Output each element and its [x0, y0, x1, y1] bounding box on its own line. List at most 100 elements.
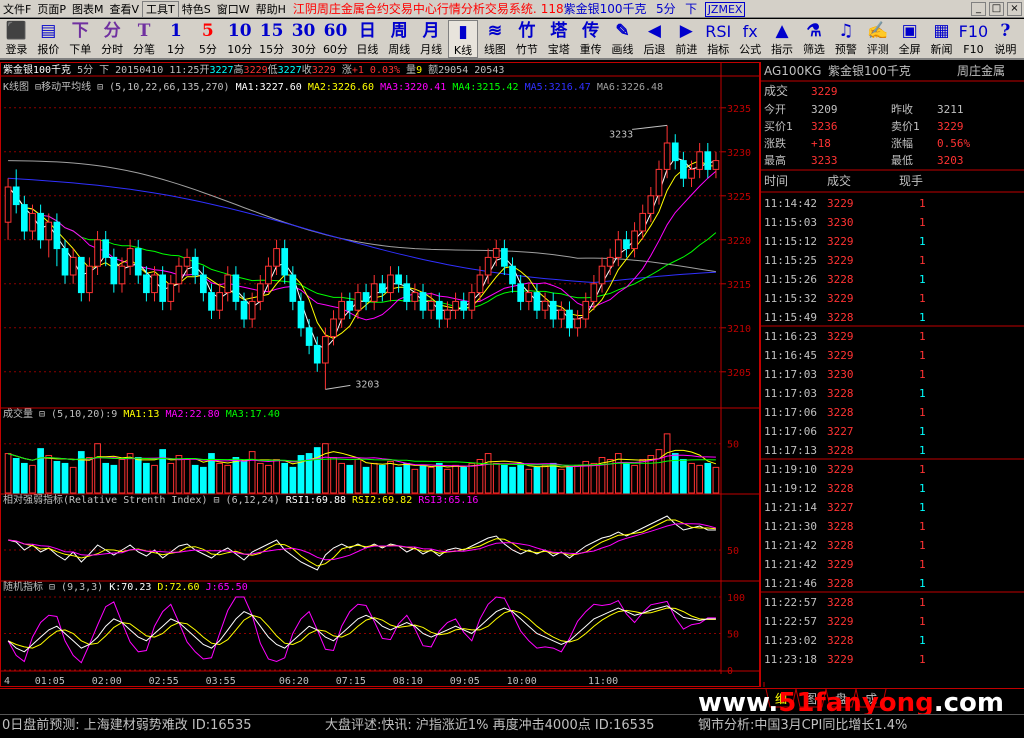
toolbar-kline-button[interactable]: ▮ K线 [447, 20, 479, 58]
vol-title: 成交量 ⊟ (5,10,20):9 MA1:13 MA2:22.80 MA3:1… [3, 407, 280, 420]
toolbar-60min-button[interactable]: 60 60分 [320, 20, 351, 58]
toolbar-1min-button[interactable]: 1 1分 [161, 20, 192, 58]
news-icon: ▦ [933, 21, 950, 41]
help-icon: ? [1000, 21, 1011, 41]
toolbar-15min-button[interactable]: 15 15分 [256, 20, 287, 58]
menu-chart[interactable]: 图表M [69, 1, 107, 17]
candle-body [29, 212, 36, 232]
ticker-right[interactable]: 钢市分析:中国3月CPI同比增长1.4% [698, 715, 907, 737]
tick-time: 11:17:03 [764, 387, 817, 400]
menu-tools[interactable]: 工具T [142, 1, 179, 17]
chart-area[interactable]: 紫金银100千克 5分 下 20150410 11:25开3227高3229低3… [0, 62, 760, 687]
candle-body [224, 274, 232, 294]
candle-body [216, 292, 223, 311]
week-icon: 周 [390, 21, 408, 41]
tick-qty: 1 [919, 596, 926, 609]
chart-header-part-1: 5分 下 [71, 64, 115, 76]
quote-name: 紫金银100千克 [828, 63, 911, 78]
candle-body [378, 283, 386, 294]
toolbar-30min-button[interactable]: 30 30分 [288, 20, 319, 58]
candle-body [313, 344, 321, 364]
vol-title-part-4: MA2:22.80 [165, 409, 225, 420]
toolbar-tower-button[interactable]: 塔宝塔 [543, 20, 574, 58]
toolbar-back-button[interactable]: ◀ 后退 [639, 20, 670, 58]
tick-price: 3229 [827, 558, 854, 571]
candle-body [403, 283, 411, 302]
toolbar-evaluate-button[interactable]: ✍ 评测 [862, 20, 893, 58]
volume-bar [427, 466, 435, 494]
30min-label: 30分 [291, 43, 317, 56]
toolbar-month-button[interactable]: 月月线 [416, 20, 447, 58]
ticker-middle[interactable]: 大盘评述:快讯: 沪指涨近1% 再度冲击4000点 ID:16535 [325, 715, 654, 737]
volume-bar [712, 466, 720, 494]
candle-body [167, 283, 175, 302]
quote-row-label: 涨幅 [891, 137, 913, 150]
menu-help[interactable]: 帮助H [253, 1, 289, 17]
volume-bar [419, 464, 427, 494]
menu-special[interactable]: 特色S [179, 1, 214, 17]
toolbar-5min-button[interactable]: 5 5分 [192, 20, 223, 58]
toolbar-timeshare-button[interactable]: 分分时 [97, 20, 128, 58]
ticker-left[interactable]: 0日盘前预测: 上海建材弱势难改 ID:16535 [2, 715, 252, 737]
tick-price: 3228 [827, 539, 854, 552]
toolbar-login-button[interactable]: ⬛ 登录 [1, 20, 32, 58]
toolbar-10min-button[interactable]: 10 10分 [224, 20, 255, 58]
toolbar-news-button[interactable]: ▦ 新闻 [926, 20, 957, 58]
toolbar-indicate-button[interactable]: ▲ 指示 [767, 20, 798, 58]
candle-body [435, 300, 443, 320]
candle-body [183, 256, 191, 267]
toolbar-f10-button[interactable]: F10 F10 [958, 20, 989, 58]
rsi-title-part-0: 相对强弱指标(Relative Strenth Index) [3, 493, 208, 506]
volume-bar [435, 462, 443, 494]
toolbar-filter-button[interactable]: ⚗ 筛选 [799, 20, 830, 58]
toolbar-tick-button[interactable]: T 分笔 [129, 20, 160, 58]
vol-axis-label: 50 [727, 440, 739, 451]
toolbar-linechart-button[interactable]: ≋ 线图 [480, 20, 511, 58]
volume-bar [86, 457, 93, 494]
tick-price: 3229 [827, 254, 854, 267]
candle-body [484, 256, 492, 276]
toolbar-help-button[interactable]: ? 说明 [990, 20, 1021, 58]
menu-view[interactable]: 查看V [106, 1, 142, 17]
kdj-title-part-0: 随机指标 [3, 580, 43, 593]
toolbar-bamboo-button[interactable]: 竹竹节 [511, 20, 542, 58]
toolbar-retransmit-button[interactable]: 传重传 [575, 20, 606, 58]
volume-bar [370, 462, 378, 494]
candle-body [305, 327, 313, 346]
price-axis-label: 3230 [727, 148, 751, 159]
time-axis-label: 09:05 [450, 676, 480, 687]
quote-row-value: 3203 [937, 154, 964, 167]
quote-row-value: 3209 [811, 103, 838, 116]
price-axis-label: 3220 [727, 236, 751, 247]
tick-price: 3227 [827, 501, 854, 514]
indicate-icon: ▲ [775, 21, 789, 41]
toolbar-quote-button[interactable]: ▤ 报价 [33, 20, 64, 58]
candle-body [680, 160, 687, 179]
toolbar-drawline-button[interactable]: ✎ 画线 [607, 20, 638, 58]
restore-button[interactable]: □ [989, 2, 1004, 16]
toolbar-fullscreen-button[interactable]: ▣ 全屏 [894, 20, 925, 58]
time-axis-label: 08:10 [393, 676, 423, 687]
toolbar-alert-button[interactable]: ♫ 预警 [830, 20, 861, 58]
candle-body [509, 265, 516, 285]
menu-page[interactable]: 页面P [34, 1, 69, 17]
menu-window[interactable]: 窗口W [214, 1, 253, 17]
toolbar-order-button[interactable]: 下下单 [65, 20, 96, 58]
toolbar-forward-button[interactable]: ▶ 前进 [671, 20, 702, 58]
kline-icon: ▮ [458, 22, 468, 42]
candle-body [671, 142, 679, 162]
minimize-button[interactable]: _ [971, 2, 986, 16]
toolbar-formula-button[interactable]: fx 公式 [735, 20, 766, 58]
volume-bar [444, 468, 451, 494]
menu-file[interactable]: 文件F [0, 1, 34, 17]
tick-price: 3229 [827, 615, 854, 628]
tick-qty: 1 [919, 520, 926, 533]
toolbar-indicator-button[interactable]: RSI 指标 [703, 20, 734, 58]
close-button[interactable]: × [1007, 2, 1022, 16]
chart-header-part-17: 29054 [438, 65, 468, 76]
volume-bar [110, 464, 118, 494]
ma-title-part-5: MA2:3226.60 [308, 82, 380, 93]
toolbar-week-button[interactable]: 周周线 [384, 20, 415, 58]
toolbar-day-button[interactable]: 日日线 [352, 20, 383, 58]
candle-body [655, 168, 663, 197]
